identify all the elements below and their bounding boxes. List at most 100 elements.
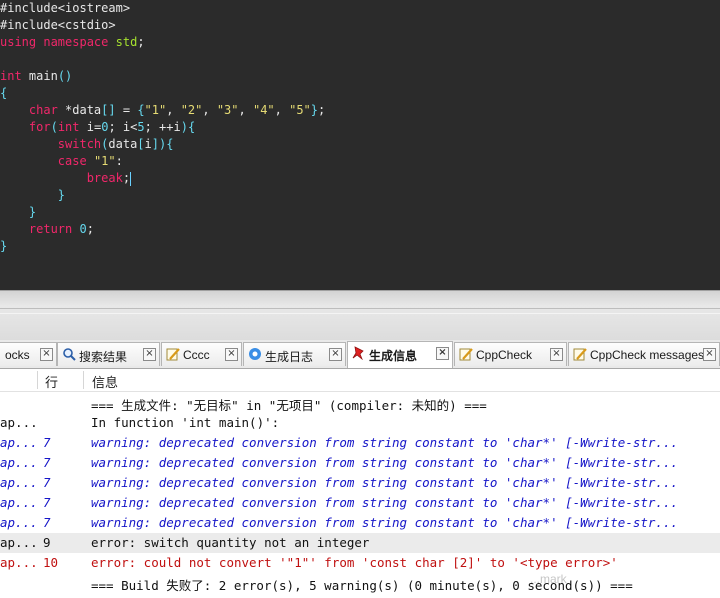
- message-file: ap...: [0, 415, 38, 430]
- message-text: In function 'int main()':: [91, 415, 280, 430]
- message-file: ap...: [0, 515, 38, 530]
- close-icon[interactable]: ×: [40, 348, 53, 361]
- code-line[interactable]: case "1":: [0, 153, 123, 170]
- message-row[interactable]: ap... 9 error: switch quantity not an inte…: [0, 533, 720, 553]
- close-icon[interactable]: ×: [550, 348, 563, 361]
- close-icon[interactable]: ×: [143, 348, 156, 361]
- code-token: "1": [93, 154, 116, 168]
- pencil-note-icon: [166, 347, 180, 361]
- pencil-note-icon: [459, 347, 473, 361]
- code-line[interactable]: }: [0, 187, 65, 204]
- messages-header: 行 信息: [0, 369, 720, 392]
- code-line[interactable]: break;: [0, 170, 132, 187]
- code-token: data: [108, 137, 138, 151]
- close-icon[interactable]: ×: [329, 348, 342, 361]
- column-message-header[interactable]: 信息: [92, 372, 118, 391]
- close-icon[interactable]: ×: [225, 348, 238, 361]
- message-text: error: could not convert '"1"' from 'con…: [91, 555, 618, 570]
- code-token: }: [57, 188, 66, 202]
- code-token: [: [137, 137, 145, 151]
- code-token: }: [0, 239, 8, 253]
- code-line[interactable]: for(int i=0; i<5; ++i){: [0, 119, 195, 136]
- magnifier-icon: [62, 347, 76, 361]
- tab-label: CppCheck messages: [590, 348, 705, 362]
- message-row[interactable]: ap... 7 warning: deprecated conversion fro…: [0, 453, 720, 473]
- message-row[interactable]: ap... 7 warning: deprecated conversion fro…: [0, 433, 720, 453]
- logs-tab-bar: ocks × 搜索结果 × Cccc × 生成日志 × 生成信息 × CppCheck × CppChe…: [0, 340, 720, 369]
- code-line[interactable]: }: [0, 204, 36, 221]
- tab-1[interactable]: ocks ×: [0, 342, 57, 366]
- code-line[interactable]: #include<cstdio>: [0, 17, 116, 34]
- message-file: ap...: [0, 475, 38, 490]
- code-token: }: [28, 205, 37, 219]
- code-token: }: [310, 103, 319, 117]
- code-token: []: [101, 103, 116, 117]
- message-line: 7: [43, 475, 51, 490]
- tab-6[interactable]: CppCheck ×: [454, 342, 567, 366]
- close-icon[interactable]: ×: [703, 348, 716, 361]
- message-text: error: switch quantity not an integer: [91, 535, 370, 550]
- message-file: ap...: [0, 435, 38, 450]
- code-line[interactable]: }: [0, 238, 7, 255]
- message-row[interactable]: ap... In function 'int main()':: [0, 413, 720, 433]
- code-line[interactable]: {: [0, 85, 7, 102]
- code-token: #include<cstdio>: [0, 18, 116, 32]
- column-line-header[interactable]: 行: [45, 372, 58, 391]
- code-token: *data: [57, 103, 102, 117]
- panel-splitter[interactable]: [0, 290, 720, 341]
- code-token: =: [115, 103, 138, 117]
- message-text: warning: deprecated conversion from stri…: [91, 515, 678, 530]
- message-line: 7: [43, 515, 51, 530]
- code-line[interactable]: using namespace std;: [0, 34, 145, 51]
- message-row[interactable]: === 生成文件: "无目标" in "无项目" (compiler: 未知的)…: [0, 393, 720, 413]
- pin-icon: [352, 346, 366, 361]
- code-token: i: [144, 137, 152, 151]
- column-divider[interactable]: [83, 371, 84, 389]
- tab-5[interactable]: 生成信息 ×: [347, 341, 453, 368]
- message-row[interactable]: ap... 7 warning: deprecated conversion fro…: [0, 473, 720, 493]
- code-token: #include<iostream>: [0, 1, 131, 15]
- code-token: using: [0, 35, 37, 49]
- message-row[interactable]: ap... 7 warning: deprecated conversion fro…: [0, 493, 720, 513]
- message-line: 9: [43, 535, 51, 550]
- message-row[interactable]: ap... 10 error: could not convert '"1"' fr…: [0, 553, 720, 573]
- code-token: :: [115, 154, 123, 168]
- gear-log-icon: [248, 347, 262, 361]
- code-token: "3": [216, 103, 239, 117]
- code-line[interactable]: switch(data[i]){: [0, 136, 174, 153]
- code-token: ): [180, 120, 188, 134]
- code-token: {: [166, 137, 174, 151]
- code-token: ]): [151, 137, 167, 151]
- column-divider[interactable]: [37, 371, 38, 389]
- tab-3[interactable]: Cccc ×: [161, 342, 242, 366]
- code-line[interactable]: #include<iostream>: [0, 0, 130, 17]
- text-caret: [130, 171, 132, 186]
- tab-2[interactable]: 搜索结果 ×: [57, 342, 160, 366]
- code-token: ;: [318, 103, 326, 117]
- close-icon[interactable]: ×: [436, 347, 449, 360]
- build-messages-panel[interactable]: 行 信息 === 生成文件: "无目标" in "无项目" (compiler:…: [0, 369, 720, 598]
- message-row[interactable]: ap... 7 warning: deprecated conversion fro…: [0, 513, 720, 533]
- code-token: ;: [122, 171, 131, 185]
- message-row[interactable]: === Build 失败了: 2 error(s), 5 warning(s) …: [0, 573, 720, 593]
- message-file: ap...: [0, 555, 38, 570]
- tab-4[interactable]: 生成日志 ×: [243, 342, 346, 366]
- splitter-grip[interactable]: [0, 308, 720, 314]
- code-token: "1": [144, 103, 167, 117]
- code-line[interactable]: int main(): [0, 68, 72, 85]
- code-token: "2": [180, 103, 203, 117]
- code-line[interactable]: char *data[] = {"1", "2", "3", "4", "5"}…: [0, 102, 325, 119]
- tab-7[interactable]: CppCheck messages ×: [568, 342, 720, 366]
- code-token: case: [57, 154, 87, 168]
- code-token: char: [28, 103, 58, 117]
- code-editor[interactable]: #include<iostream> #include<cstdio> using …: [0, 0, 720, 290]
- code-token: ,: [166, 103, 181, 117]
- code-line[interactable]: return 0;: [0, 221, 94, 238]
- code-token: "4": [252, 103, 275, 117]
- tab-label: 搜索结果: [79, 350, 128, 364]
